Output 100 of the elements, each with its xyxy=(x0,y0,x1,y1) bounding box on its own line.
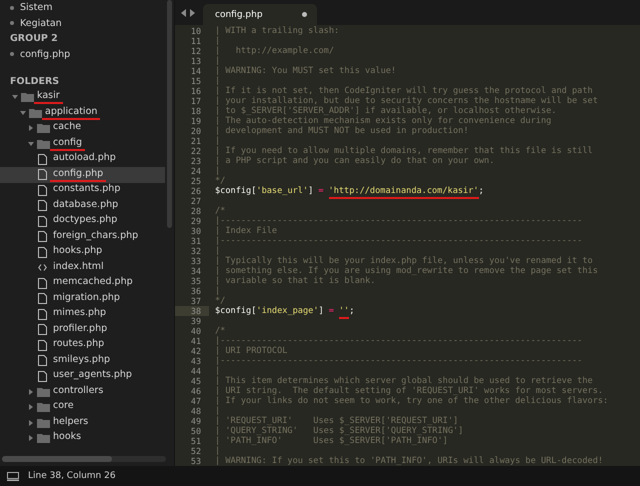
file-icon xyxy=(38,246,47,258)
file-item[interactable]: migration.php xyxy=(0,291,174,306)
file-item[interactable]: doctypes.php xyxy=(0,214,174,229)
collapsed-caret-icon[interactable] xyxy=(28,420,34,426)
file-item[interactable]: routes.php xyxy=(0,338,174,353)
code-comment: /* xyxy=(215,206,226,216)
collapsed-caret-icon[interactable] xyxy=(28,404,34,410)
tab-navigation-icon[interactable] xyxy=(181,9,195,17)
folder-icon xyxy=(37,386,50,397)
expanded-caret-icon[interactable] xyxy=(28,140,34,147)
collapsed-caret-icon[interactable] xyxy=(28,125,34,132)
folder-item[interactable]: controllers xyxy=(0,384,174,400)
code-token: 'index_page' xyxy=(256,306,318,318)
folder-item[interactable]: application xyxy=(0,105,174,120)
file-item[interactable]: config.php xyxy=(0,167,165,182)
code-comment: | The auto-detection mechanism exists only for convenience during xyxy=(215,116,552,126)
code-token: '' xyxy=(338,306,350,319)
line-number: 50 xyxy=(190,426,202,436)
file-item[interactable]: database.php xyxy=(0,198,174,214)
code-comment: | to $_SERVER['SERVER_ADDR'] if available, or localhost otherwise. xyxy=(215,106,556,116)
line-number: 37 xyxy=(190,296,202,306)
code-comment: | xyxy=(215,406,220,416)
file-item[interactable]: profiler.php xyxy=(0,322,174,338)
file-item[interactable]: mimes.php xyxy=(0,306,174,322)
expanded-caret-icon[interactable] xyxy=(20,110,26,116)
file-item[interactable]: foreign_chars.php xyxy=(0,229,174,244)
code-comment: | URI string. The default setting of 'REQUEST_URI' works for most servers. xyxy=(215,386,604,396)
line-number: 45 xyxy=(190,376,202,386)
line-number: 49 xyxy=(190,416,202,426)
line-number: 41 xyxy=(190,336,202,346)
cursor-position: Line 38, Column 26 xyxy=(28,471,116,481)
folder-item[interactable]: kasir xyxy=(0,90,174,105)
file-item[interactable]: memcached.php xyxy=(0,276,174,291)
code-comment: | xyxy=(215,56,220,66)
file-item[interactable]: autoload.php xyxy=(0,152,174,167)
file-icon xyxy=(38,231,47,242)
line-number: 23 xyxy=(190,156,202,166)
code-token: = xyxy=(318,186,324,198)
code-token: 'http://domainanda.com/kasir' xyxy=(328,186,479,199)
line-number: 15 xyxy=(190,76,202,86)
line-number: 46 xyxy=(190,386,202,396)
file-item[interactable]: hooks.php xyxy=(0,244,174,260)
code-token: 'base_url' xyxy=(256,186,308,198)
code-comment: | 'QUERY_STRING' Uses $_SERVER['QUERY_STRING'] xyxy=(215,426,464,436)
code-comment: | Typically this will be your index.php file, unless you've renamed it to xyxy=(215,256,593,266)
line-number: 38 xyxy=(175,306,209,316)
folder-item[interactable]: config xyxy=(0,136,174,152)
line-number: 10 xyxy=(190,26,202,36)
line-number: 39 xyxy=(190,316,202,326)
file-icon xyxy=(38,169,47,180)
code-comment: |---------------------------------------------------------------------- xyxy=(215,236,582,246)
code-token: [ xyxy=(251,306,256,318)
line-number: 36 xyxy=(190,286,202,296)
line-number: 52 xyxy=(190,446,202,456)
code-comment: | If you need to allow multiple domains, remember that this file is still xyxy=(215,146,593,156)
code-comment: | xyxy=(215,76,220,86)
panel-icon[interactable] xyxy=(7,472,19,480)
file-icon xyxy=(38,340,47,351)
code-token: ] xyxy=(308,186,314,198)
folder-icon xyxy=(37,418,50,428)
file-item[interactable]: constants.php xyxy=(0,182,174,198)
code-comment: |---------------------------------------------------------------------- xyxy=(215,356,582,366)
code-comment: | xyxy=(215,246,220,256)
open-file-item[interactable]: config.php xyxy=(0,46,174,62)
code-comment: | 'PATH_INFO' Uses $_SERVER['PATH_INFO'] xyxy=(215,436,448,446)
line-number: 35 xyxy=(190,276,202,286)
file-item[interactable]: smileys.php xyxy=(0,353,174,368)
folder-item[interactable]: hooks xyxy=(0,430,174,446)
folder-item[interactable]: cache xyxy=(0,120,174,136)
line-number: 18 xyxy=(190,106,202,116)
code-comment: | your installation, but due to security concerns the hostname will be set xyxy=(215,96,598,106)
file-icon xyxy=(38,278,47,289)
scrollbar-thumb[interactable] xyxy=(167,0,172,228)
folder-item[interactable]: helpers xyxy=(0,415,174,430)
line-number: 48 xyxy=(190,406,202,416)
code-comment: | If it is not set, then CodeIgniter will try guess the protocol and path xyxy=(215,86,593,96)
folder-icon xyxy=(37,123,50,134)
code-comment: | xyxy=(215,136,220,146)
line-number: 27 xyxy=(190,196,202,206)
collapsed-caret-icon[interactable] xyxy=(28,435,34,442)
collapsed-caret-icon[interactable] xyxy=(28,388,34,395)
bullet-icon xyxy=(10,52,14,56)
code-token: $config xyxy=(215,306,252,318)
code-comment: |---------------------------------------------------------------------- xyxy=(215,336,582,346)
line-number: 42 xyxy=(190,346,202,356)
bullet-icon xyxy=(10,21,14,26)
code-brackets-icon xyxy=(38,264,47,272)
file-item[interactable]: index.html xyxy=(0,260,174,276)
open-file-item[interactable]: Sistem xyxy=(0,0,174,16)
folder-item[interactable]: core xyxy=(0,400,174,415)
line-number: 24 xyxy=(190,166,202,176)
line-number: 11 xyxy=(190,36,202,46)
expanded-caret-icon[interactable] xyxy=(12,94,18,100)
file-item[interactable]: user_agents.php xyxy=(0,368,174,384)
open-file-item[interactable]: Kegiatan xyxy=(0,16,174,31)
code-token: ; xyxy=(349,306,354,318)
code-token: $config xyxy=(215,186,252,198)
editor-tab[interactable]: config.php xyxy=(203,4,317,25)
horizontal-scrollbar[interactable] xyxy=(2,456,166,462)
line-number: 16 xyxy=(190,86,202,96)
